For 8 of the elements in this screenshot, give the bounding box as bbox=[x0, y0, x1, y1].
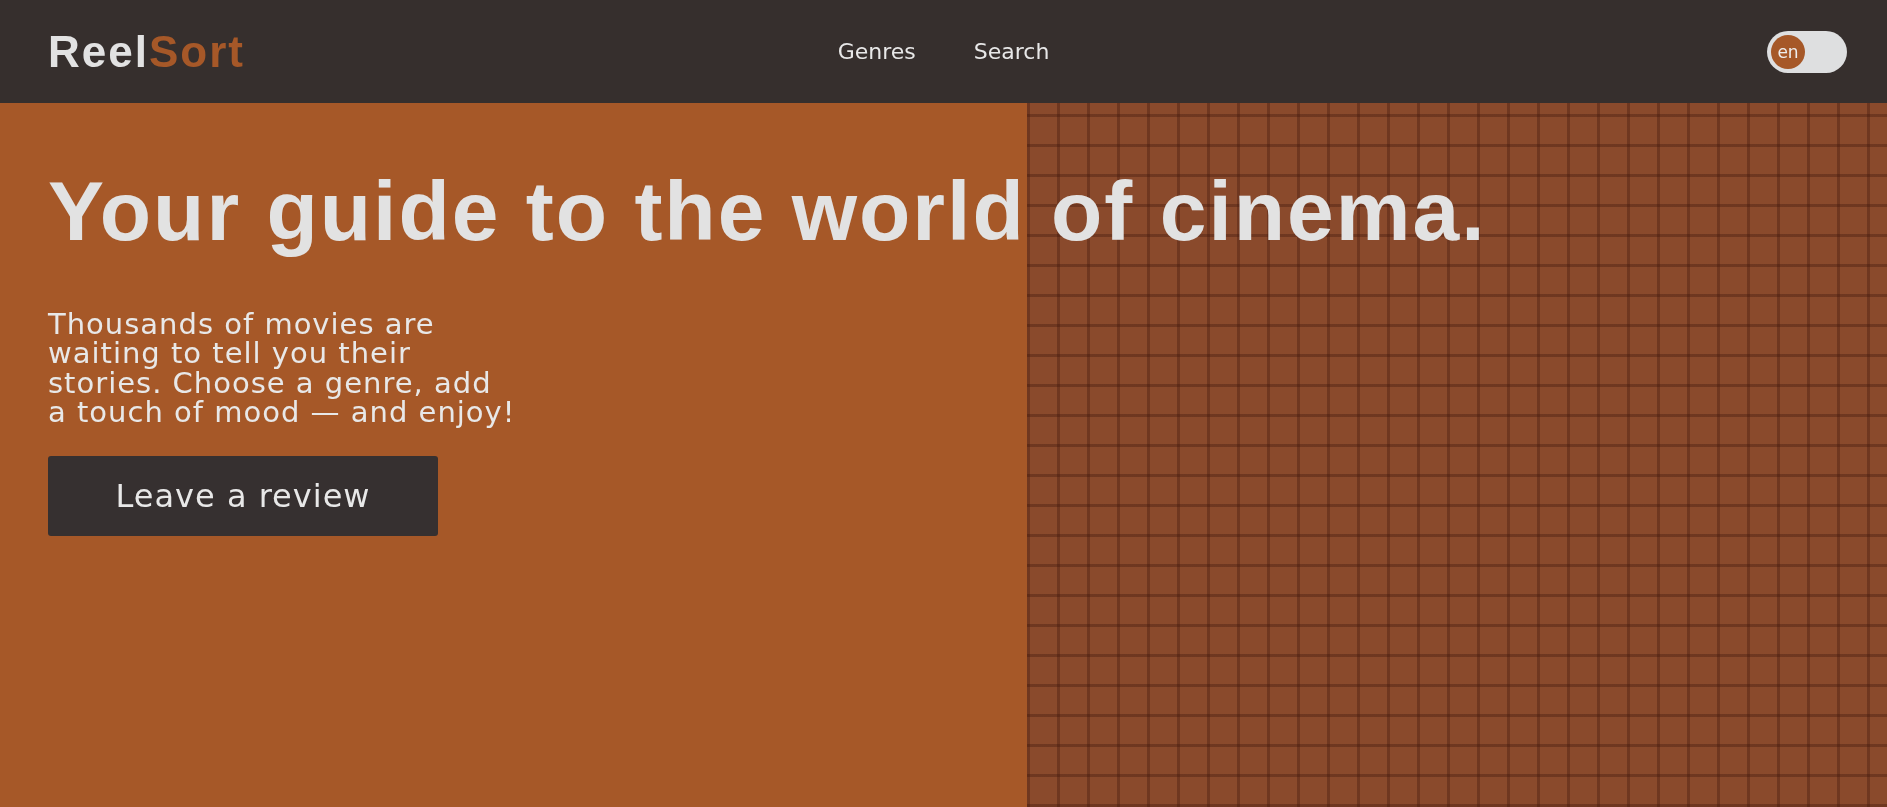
language-label: en bbox=[1771, 34, 1805, 69]
nav-link[interactable]: Search bbox=[973, 39, 1050, 64]
nav-link[interactable]: Genres bbox=[837, 39, 916, 64]
hero-text: Thousands of movies are waiting to tell you their stories. Choose a genre, add a touch of mood — and enjoy! bbox=[48, 309, 517, 428]
review-button[interactable]: Leave a review bbox=[48, 455, 438, 536]
hero-title: Your guide to the world of cinema. bbox=[48, 163, 1487, 260]
logo[interactable]: ReelSort bbox=[48, 26, 245, 77]
language-toggle[interactable]: en bbox=[1767, 30, 1847, 73]
